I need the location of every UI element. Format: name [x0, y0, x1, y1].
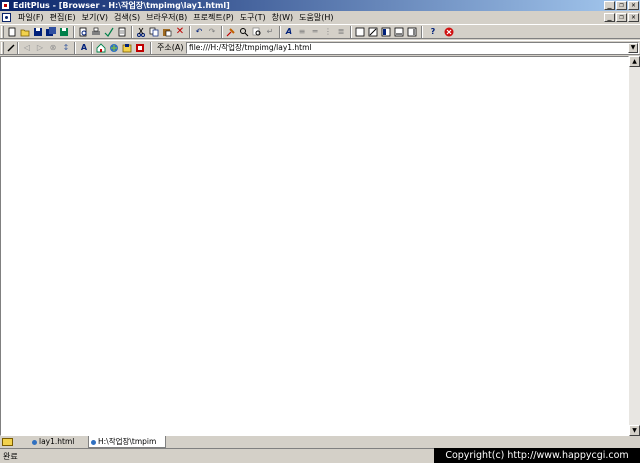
ruler-icon[interactable]: ═ [310, 27, 320, 37]
page-icon[interactable] [117, 27, 127, 37]
toolbar-grip[interactable] [1, 42, 4, 54]
folder-icon[interactable] [2, 438, 13, 446]
column-select-icon[interactable]: ⋮ [323, 27, 333, 37]
open-icon[interactable] [20, 27, 30, 37]
word-wrap-icon[interactable]: ≡ [297, 27, 307, 37]
address-value: file:///H:/작업장/tmpimg/lay1.html [189, 43, 312, 52]
undo-icon[interactable]: ↶ [194, 27, 204, 37]
toolbar-separator [221, 26, 223, 38]
tab-label: H:\작업장\tmpim [98, 437, 157, 446]
scroll-down-button[interactable]: ▼ [629, 425, 640, 436]
menu-items: 파일(F) 편집(E) 보기(V) 검색(S) 브라우저(B) 프로젝트(P) … [15, 11, 337, 24]
restore-button[interactable]: ❐ [616, 1, 627, 10]
toolbar-separator [350, 26, 352, 38]
print-preview-icon[interactable] [78, 27, 88, 37]
save-all-icon[interactable] [46, 27, 56, 37]
doc-close-button[interactable]: ✕ [628, 13, 639, 22]
menu-window[interactable]: 창(W) [269, 11, 297, 24]
cut-icon[interactable] [136, 27, 146, 37]
font-icon[interactable]: A [284, 27, 294, 37]
print-icon[interactable] [91, 27, 101, 37]
history-icon[interactable] [122, 43, 132, 53]
delete-icon[interactable]: ✕ [175, 27, 185, 37]
status-bar: 완료 [0, 448, 434, 463]
font-size-icon[interactable]: A [79, 43, 89, 53]
vertical-scrollbar[interactable]: ▲ ▼ [629, 56, 640, 436]
window-title: EditPlus - [Browser - H:\작업장\tmpimg\lay1… [13, 1, 230, 10]
output-window-icon[interactable] [394, 27, 404, 37]
tab-label: lay1.html [39, 437, 75, 446]
stop-icon[interactable] [444, 27, 454, 37]
tab-lay1-html[interactable]: lay1.html [30, 436, 86, 448]
title-bar: EditPlus - [Browser - H:\작업장\tmpimg\lay1… [0, 0, 640, 11]
bookmark-icon[interactable] [135, 43, 145, 53]
pen-icon[interactable] [6, 43, 16, 53]
document-icon[interactable] [2, 13, 11, 22]
toolbar-separator [189, 26, 191, 38]
scroll-up-button[interactable]: ▲ [629, 56, 640, 67]
tab-browser[interactable]: H:\작업장\tmpim [88, 436, 166, 448]
fullscreen-icon[interactable] [355, 27, 365, 37]
spell-check-icon[interactable] [104, 27, 114, 37]
toolbar-separator [73, 26, 75, 38]
copyright-watermark: Copyright(c) http://www.happycgi.com [434, 448, 640, 463]
replace-icon[interactable] [239, 27, 249, 37]
menu-view[interactable]: 보기(V) [79, 11, 111, 24]
menu-tools[interactable]: 도구(T) [237, 11, 269, 24]
menu-project[interactable]: 프로젝트(P) [190, 11, 237, 24]
menu-file[interactable]: 파일(F) [15, 11, 47, 24]
menu-search[interactable]: 검색(S) [111, 11, 143, 24]
save-icon[interactable] [33, 27, 43, 37]
find-icon[interactable] [226, 27, 236, 37]
help-icon[interactable]: ? [428, 27, 438, 37]
toolbar-separator [17, 42, 19, 54]
new-icon[interactable] [7, 27, 17, 37]
toolbar-separator [131, 26, 133, 38]
window-icon[interactable] [368, 27, 378, 37]
toolbar-separator [91, 42, 93, 54]
close-button[interactable]: ✕ [628, 1, 639, 10]
editplus-app-icon[interactable] [1, 1, 10, 10]
copy-icon[interactable] [149, 27, 159, 37]
address-input[interactable]: file:///H:/작업장/tmpimg/lay1.html ▼ [186, 42, 639, 54]
toolbar-separator [421, 26, 423, 38]
menu-bar: 파일(F) 편집(E) 보기(V) 검색(S) 브라우저(B) 프로젝트(P) … [0, 11, 640, 24]
forward-icon[interactable]: ▷ [35, 43, 45, 53]
directory-window-icon[interactable] [407, 27, 417, 37]
back-icon[interactable]: ◁ [22, 43, 32, 53]
minimize-button[interactable]: _ [604, 1, 615, 10]
menu-edit[interactable]: 편집(E) [47, 11, 79, 24]
browser-content[interactable] [0, 56, 629, 436]
file-icon [32, 439, 37, 445]
tile-icon[interactable] [381, 27, 391, 37]
stop-loading-icon[interactable]: ⊗ [48, 43, 58, 53]
line-number-icon[interactable]: ≣ [336, 27, 346, 37]
browser-toolbar: ◁ ▷ ⊗ ↕ A 주소(A) file:///H:/작업장/tmpimg/la… [0, 40, 640, 55]
go-to-icon[interactable]: ↵ [265, 27, 275, 37]
chevron-down-icon[interactable]: ▼ [628, 43, 638, 53]
browser-icon [91, 439, 96, 445]
menu-browser[interactable]: 브라우저(B) [143, 11, 190, 24]
doc-minimize-button[interactable]: _ [604, 13, 615, 22]
toolbar-separator [279, 26, 281, 38]
toolbar-separator [150, 42, 152, 54]
refresh-icon[interactable]: ↕ [61, 43, 71, 53]
menu-help[interactable]: 도움말(H) [296, 11, 336, 24]
doc-restore-button[interactable]: ❐ [616, 13, 627, 22]
paste-icon[interactable] [162, 27, 172, 37]
toolbar-separator [74, 42, 76, 54]
redo-icon[interactable]: ↷ [207, 27, 217, 37]
address-label: 주소(A) [157, 43, 184, 52]
home-icon[interactable] [96, 43, 106, 53]
document-tab-bar: lay1.html H:\작업장\tmpim [0, 436, 434, 448]
standard-toolbar: ✕ ↶ ↷ ↵ A ≡ ═ ⋮ ≣ ? [0, 24, 640, 39]
toolbar-grip[interactable] [1, 26, 4, 38]
save-as-icon[interactable] [59, 27, 69, 37]
favorites-icon[interactable] [109, 43, 119, 53]
find-next-icon[interactable] [252, 27, 262, 37]
status-text: 완료 [3, 452, 18, 461]
